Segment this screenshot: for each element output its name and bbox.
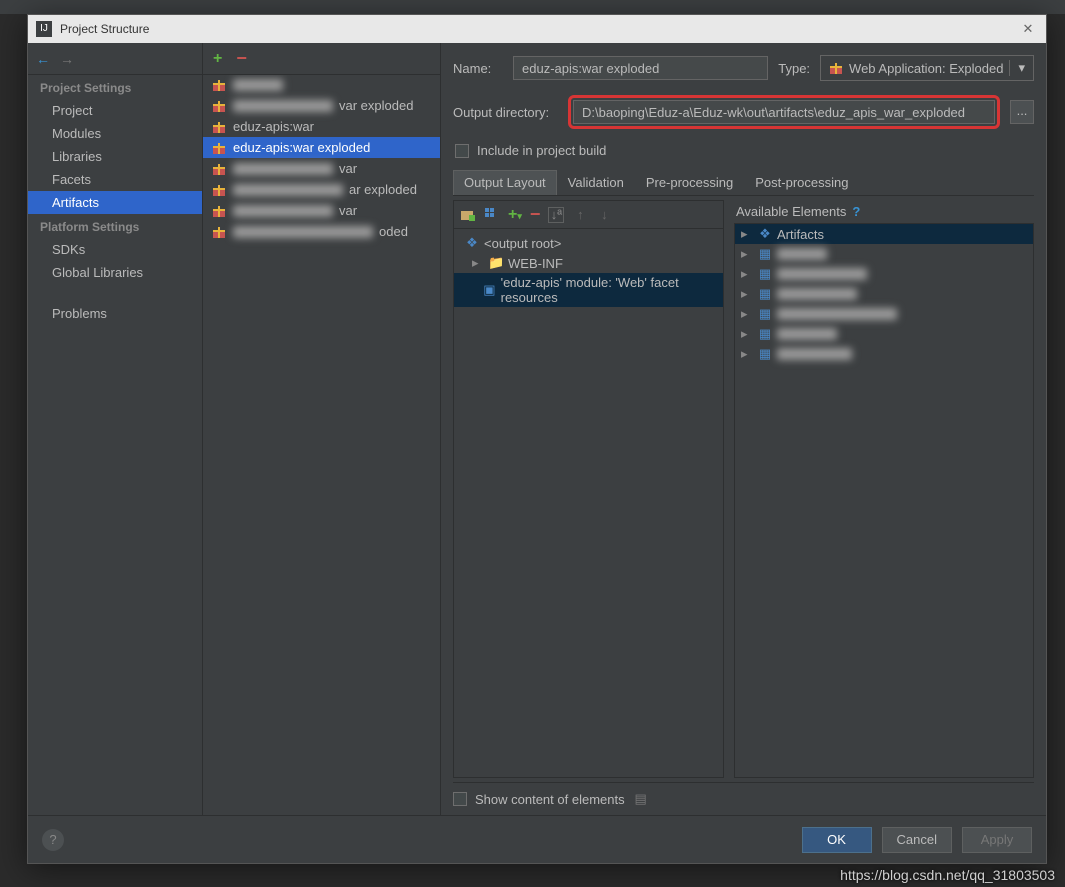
- type-value: Web Application: Exploded: [849, 61, 1003, 76]
- artifacts-icon: ❖: [757, 226, 773, 242]
- add-icon[interactable]: +: [213, 50, 222, 68]
- remove-content-icon[interactable]: −: [530, 204, 541, 225]
- gift-icon: [211, 120, 227, 134]
- gift-icon: [211, 162, 227, 176]
- expand-arrow-icon[interactable]: ▸: [741, 226, 753, 242]
- dialog-title: Project Structure: [60, 22, 1018, 36]
- available-artifacts[interactable]: Artifacts: [777, 227, 824, 242]
- background-editor-tabs: [0, 0, 1065, 14]
- forward-icon[interactable]: →: [60, 51, 74, 67]
- sidebar-item-facets[interactable]: Facets: [28, 168, 202, 191]
- expand-arrow-icon[interactable]: ▸: [472, 255, 484, 271]
- facet-icon: ▣: [482, 282, 497, 298]
- project-settings-heading: Project Settings: [28, 75, 202, 99]
- move-up-icon[interactable]: ↑: [572, 207, 588, 223]
- content-icon[interactable]: ▤: [633, 791, 649, 807]
- gift-icon: [211, 99, 227, 113]
- include-in-build-checkbox[interactable]: [455, 144, 469, 158]
- project-structure-dialog: IJ Project Structure ✕ ← → Project Setti…: [27, 14, 1047, 864]
- add-content-icon[interactable]: +▾: [508, 206, 522, 224]
- output-layout-toolbar: +▾ − ↓ª ↑ ↓: [454, 201, 723, 229]
- browse-button[interactable]: ...: [1010, 100, 1034, 124]
- output-layout-panel: +▾ − ↓ª ↑ ↓ ❖ <output root>: [453, 200, 724, 778]
- output-directory-label: Output directory:: [453, 105, 558, 120]
- sidebar-item-project[interactable]: Project: [28, 99, 202, 122]
- available-elements-label: Available Elements: [736, 204, 846, 219]
- show-content-label: Show content of elements: [475, 792, 625, 807]
- name-label: Name:: [453, 61, 503, 76]
- available-elements-tree[interactable]: ▸ ❖ Artifacts ▸▦ ▸▦ ▸▦ ▸▦ ▸▦ ▸▦: [734, 223, 1034, 778]
- highlight-annotation: [568, 95, 1000, 129]
- gift-icon: [211, 183, 227, 197]
- dialog-titlebar[interactable]: IJ Project Structure ✕: [28, 15, 1046, 43]
- watermark: https://blog.csdn.net/qq_31803503: [840, 867, 1055, 883]
- move-down-icon[interactable]: ↓: [596, 207, 612, 223]
- tree-output-root[interactable]: <output root>: [484, 236, 561, 251]
- gift-icon: [211, 225, 227, 239]
- tree-webinf[interactable]: WEB-INF: [508, 256, 563, 271]
- tab-pre-processing[interactable]: Pre-processing: [635, 170, 744, 195]
- tree-facet-resources[interactable]: 'eduz-apis' module: 'Web' facet resource…: [501, 275, 717, 305]
- sidebar-item-sdks[interactable]: SDKs: [28, 238, 202, 261]
- folder-icon: 📁: [488, 255, 504, 271]
- cancel-button[interactable]: Cancel: [882, 827, 952, 853]
- sidebar-item-modules[interactable]: Modules: [28, 122, 202, 145]
- apply-button[interactable]: Apply: [962, 827, 1032, 853]
- new-folder-icon[interactable]: [460, 207, 476, 223]
- tab-output-layout[interactable]: Output Layout: [453, 170, 557, 195]
- type-select[interactable]: Web Application: Exploded ▾: [820, 55, 1034, 81]
- sidebar-nav-tools: ← →: [28, 43, 202, 75]
- artifact-item[interactable]: var: [203, 158, 440, 179]
- gift-icon: [211, 204, 227, 218]
- bottom-options: Show content of elements ▤: [453, 782, 1034, 815]
- name-input[interactable]: [513, 56, 768, 80]
- artifact-list-toolbar: + −: [203, 43, 440, 75]
- type-label: Type:: [778, 61, 810, 76]
- output-root-icon: ❖: [464, 235, 480, 251]
- platform-settings-heading: Platform Settings: [28, 214, 202, 238]
- sidebar-item-problems[interactable]: Problems: [28, 302, 202, 325]
- artifact-detail-panel: Name: Type: Web Application: Exploded ▾ …: [441, 43, 1046, 815]
- output-directory-input[interactable]: [573, 100, 995, 124]
- ok-button[interactable]: OK: [802, 827, 872, 853]
- tab-post-processing[interactable]: Post-processing: [744, 170, 859, 195]
- gift-icon: [211, 78, 227, 92]
- artifact-item[interactable]: eduz-apis:war exploded: [203, 137, 440, 158]
- include-in-build-label: Include in project build: [477, 143, 606, 158]
- help-icon[interactable]: ?: [852, 204, 860, 219]
- artifact-item[interactable]: [203, 75, 440, 95]
- intellij-icon: IJ: [36, 21, 52, 37]
- artifact-tabs: Output LayoutValidationPre-processingPos…: [453, 170, 1034, 196]
- sidebar-item-global-libraries[interactable]: Global Libraries: [28, 261, 202, 284]
- artifact-item[interactable]: oded: [203, 221, 440, 242]
- sidebar-item-libraries[interactable]: Libraries: [28, 145, 202, 168]
- output-layout-tree[interactable]: ❖ <output root> ▸ 📁 WEB-INF ▣ 'ed: [454, 229, 723, 777]
- available-elements-panel: Available Elements ? ▸ ❖ Artifacts ▸▦ ▸▦…: [734, 200, 1034, 778]
- gift-icon: [829, 61, 843, 75]
- gift-icon: [211, 141, 227, 155]
- artifact-item[interactable]: ar exploded: [203, 179, 440, 200]
- remove-icon[interactable]: −: [236, 48, 247, 69]
- close-icon[interactable]: ✕: [1018, 21, 1038, 37]
- grid-icon[interactable]: [484, 207, 500, 223]
- tab-validation[interactable]: Validation: [557, 170, 635, 195]
- help-button[interactable]: ?: [42, 829, 64, 851]
- chevron-down-icon: ▾: [1009, 60, 1025, 76]
- artifact-item[interactable]: var exploded: [203, 95, 440, 116]
- artifact-list-panel: + − var explodededuz-apis:wareduz-apis:w…: [203, 43, 441, 815]
- artifact-item[interactable]: var: [203, 200, 440, 221]
- sidebar-item-artifacts[interactable]: Artifacts: [28, 191, 202, 214]
- dialog-footer: ? OK Cancel Apply: [28, 815, 1046, 863]
- sort-icon[interactable]: ↓ª: [548, 207, 564, 223]
- artifact-list[interactable]: var explodededuz-apis:wareduz-apis:war e…: [203, 75, 440, 815]
- show-content-checkbox[interactable]: [453, 792, 467, 806]
- artifact-item[interactable]: eduz-apis:war: [203, 116, 440, 137]
- back-icon[interactable]: ←: [36, 51, 50, 67]
- settings-sidebar: ← → Project Settings ProjectModulesLibra…: [28, 43, 203, 815]
